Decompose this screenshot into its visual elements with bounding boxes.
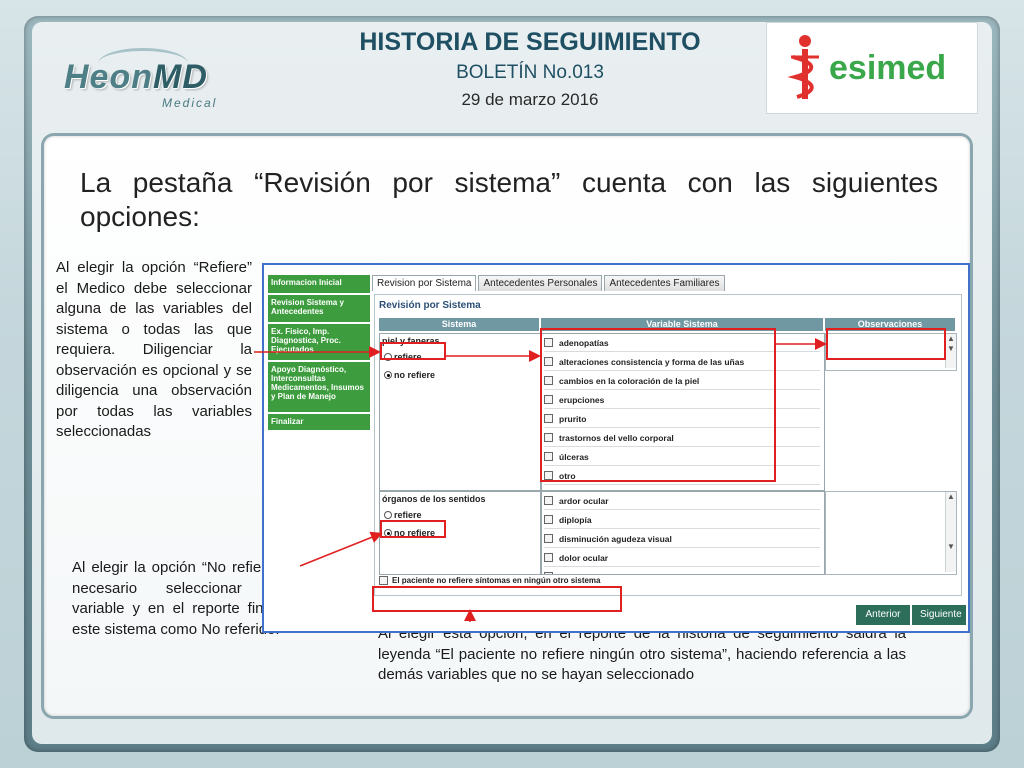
sidebar: Informacion Inicial Revision Sistema y A… — [268, 275, 370, 432]
highlight-variables — [540, 328, 776, 482]
esimed-brand: esimed — [829, 49, 947, 87]
radio-refiere[interactable]: refiere — [384, 510, 422, 520]
logo-md: MD — [153, 58, 208, 96]
variable-row[interactable]: ardor ocular — [544, 492, 820, 510]
variable-label: diplopía — [559, 514, 592, 525]
footer-checkbox-row[interactable]: El paciente no refiere síntomas en ningú… — [379, 576, 601, 585]
footer-checkbox[interactable] — [379, 576, 388, 585]
logo-heon: Heon — [64, 58, 153, 96]
variable-label: ardor ocular — [559, 495, 609, 506]
variable-label: disminución agudeza visual — [559, 533, 672, 544]
highlight-no-refiere — [380, 520, 446, 538]
note-footer-option: Al elegir esta opción, en el reporte de … — [378, 625, 906, 683]
page-title: HISTORIA DE SEGUIMIENTO — [359, 28, 701, 56]
footer-checkbox-label: El paciente no refiere síntomas en ningú… — [392, 576, 601, 585]
caduceus-icon — [787, 35, 819, 99]
variable-checkbox[interactable] — [544, 572, 553, 574]
variable-row[interactable]: diplopía — [544, 511, 820, 529]
sidebar-item-ex-fisico[interactable]: Ex. Fisico, Imp. Diagnostica, Proc. Ejec… — [268, 324, 370, 360]
logo-medical-text: Medical — [162, 96, 218, 110]
variable-row[interactable]: eritema — [544, 568, 820, 575]
bulletin-number: BOLETÍN No.013 — [456, 62, 604, 83]
previous-button[interactable]: Anterior — [856, 605, 910, 625]
highlight-refiere — [380, 342, 446, 360]
variable-label: dolor ocular — [559, 552, 609, 563]
note-refiere: Al elegir la opción “Refiere” el Medico … — [56, 259, 252, 440]
column-header-sistema: Sistema — [379, 318, 539, 331]
sidebar-item-finalizar[interactable]: Finalizar — [268, 414, 370, 430]
variable-checkbox[interactable] — [544, 515, 553, 524]
variable-row[interactable]: dolor ocular — [544, 549, 820, 567]
sidebar-item-informacion-inicial[interactable]: Informacion Inicial — [268, 275, 370, 293]
radio-label: no refiere — [394, 370, 436, 380]
variable-row[interactable]: disminución agudeza visual — [544, 530, 820, 548]
variable-label: eritema — [559, 572, 589, 575]
group-label: órganos de los sentidos — [382, 494, 486, 504]
variable-checkbox[interactable] — [544, 553, 553, 562]
bulletin-date: 29 de marzo 2016 — [461, 90, 599, 109]
logo-heonmd-text: HeonMD — [64, 58, 208, 97]
sidebar-item-revision-sistema[interactable]: Revision Sistema y Antecedentes — [268, 295, 370, 322]
highlight-footer-checkbox — [372, 586, 622, 612]
observaciones-input-2[interactable]: ▲ ▼ — [825, 491, 957, 575]
radio-label: refiere — [394, 510, 422, 520]
next-button[interactable]: Siguiente — [912, 605, 966, 625]
radio-no-refiere[interactable]: no refiere — [384, 370, 435, 380]
variable-checkbox[interactable] — [544, 534, 553, 543]
tab-antecedentes-familiares[interactable]: Antecedentes Familiares — [604, 275, 725, 291]
radio-circle[interactable] — [384, 371, 392, 379]
highlight-observaciones — [826, 328, 946, 360]
tab-antecedentes-personales[interactable]: Antecedentes Personales — [478, 275, 603, 291]
tab-bar: Revision por Sistema Antecedentes Person… — [372, 275, 727, 291]
heonmd-logo: HeonMD Medical — [64, 44, 234, 110]
variables-organos-sentidos: ardor ocular diplopía disminución agudez… — [541, 491, 825, 575]
scrollbar[interactable]: ▲ ▼ — [945, 492, 956, 572]
slide-heading: La pestaña “Revisión por sistema” cuenta… — [80, 167, 938, 232]
sidebar-item-apoyo-diagnostico[interactable]: Apoyo Diagnóstico, Interconsultas Medica… — [268, 362, 370, 412]
section-title: Revisión por Sistema — [379, 300, 481, 311]
tab-revision-por-sistema[interactable]: Revision por Sistema — [372, 275, 477, 291]
esimed-logo: esimed — [766, 22, 978, 114]
radio-circle[interactable] — [384, 511, 392, 519]
scrollbar[interactable]: ▲ ▼ — [945, 334, 956, 368]
variable-checkbox[interactable] — [544, 496, 553, 505]
